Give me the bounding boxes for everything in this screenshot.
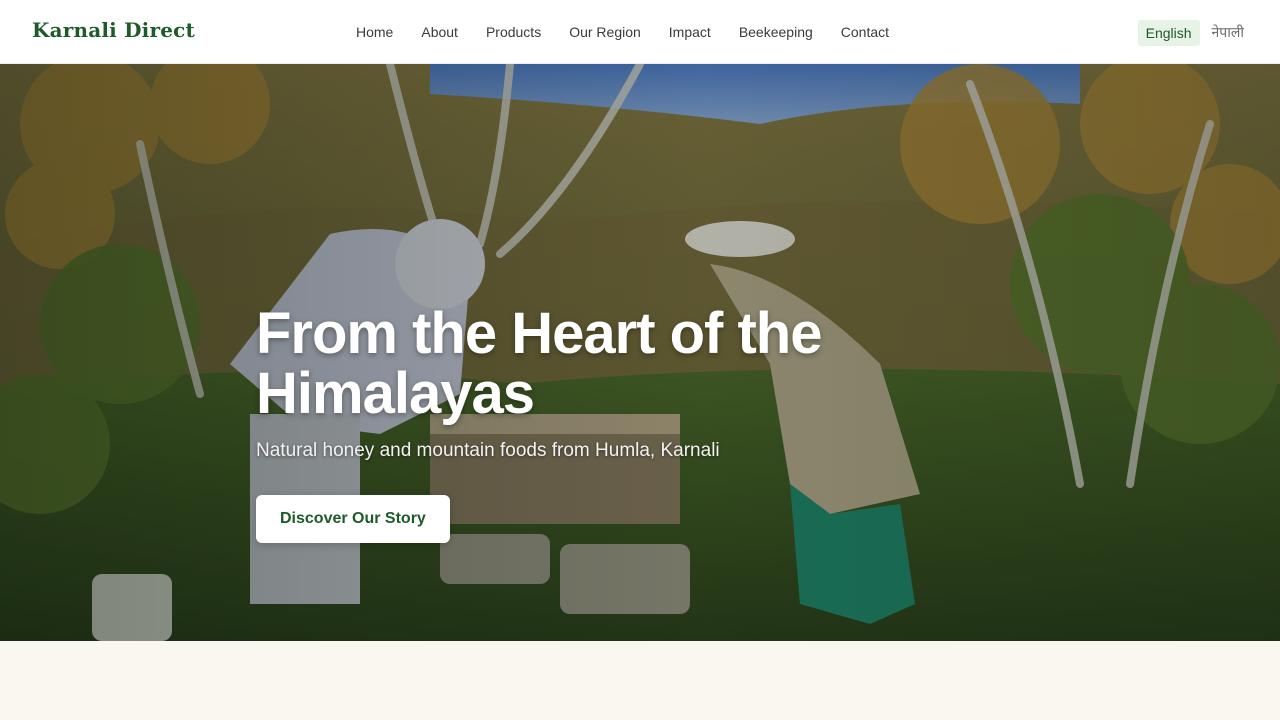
nav-link-home[interactable]: Home (356, 18, 393, 46)
language-english-button[interactable]: English (1137, 19, 1200, 46)
site-header: Karnali Direct Home About Products Our R… (0, 0, 1280, 64)
nav-link-products[interactable]: Products (486, 18, 541, 46)
language-switcher: English नेपाली (1137, 18, 1248, 47)
nav-link-about[interactable]: About (421, 18, 458, 46)
hero-title: From the Heart of the Himalayas (256, 301, 823, 426)
nav-link-our-region[interactable]: Our Region (569, 18, 641, 46)
nav-link-beekeeping[interactable]: Beekeeping (739, 18, 813, 46)
nav-link-contact[interactable]: Contact (841, 18, 889, 46)
discover-our-story-button[interactable]: Discover Our Story (256, 495, 450, 543)
nav-link-impact[interactable]: Impact (669, 18, 711, 46)
main-nav: Home About Products Our Region Impact Be… (356, 0, 889, 64)
next-section-bg (0, 641, 1280, 720)
hero-subtitle: Natural honey and mountain foods from Hu… (256, 440, 720, 461)
language-nepali-button[interactable]: नेपाली (1208, 18, 1248, 47)
hero-section: From the Heart of the Himalayas Natural … (0, 64, 1280, 641)
hero-content: From the Heart of the Himalayas Natural … (256, 304, 976, 543)
site-logo[interactable]: Karnali Direct (32, 18, 195, 42)
